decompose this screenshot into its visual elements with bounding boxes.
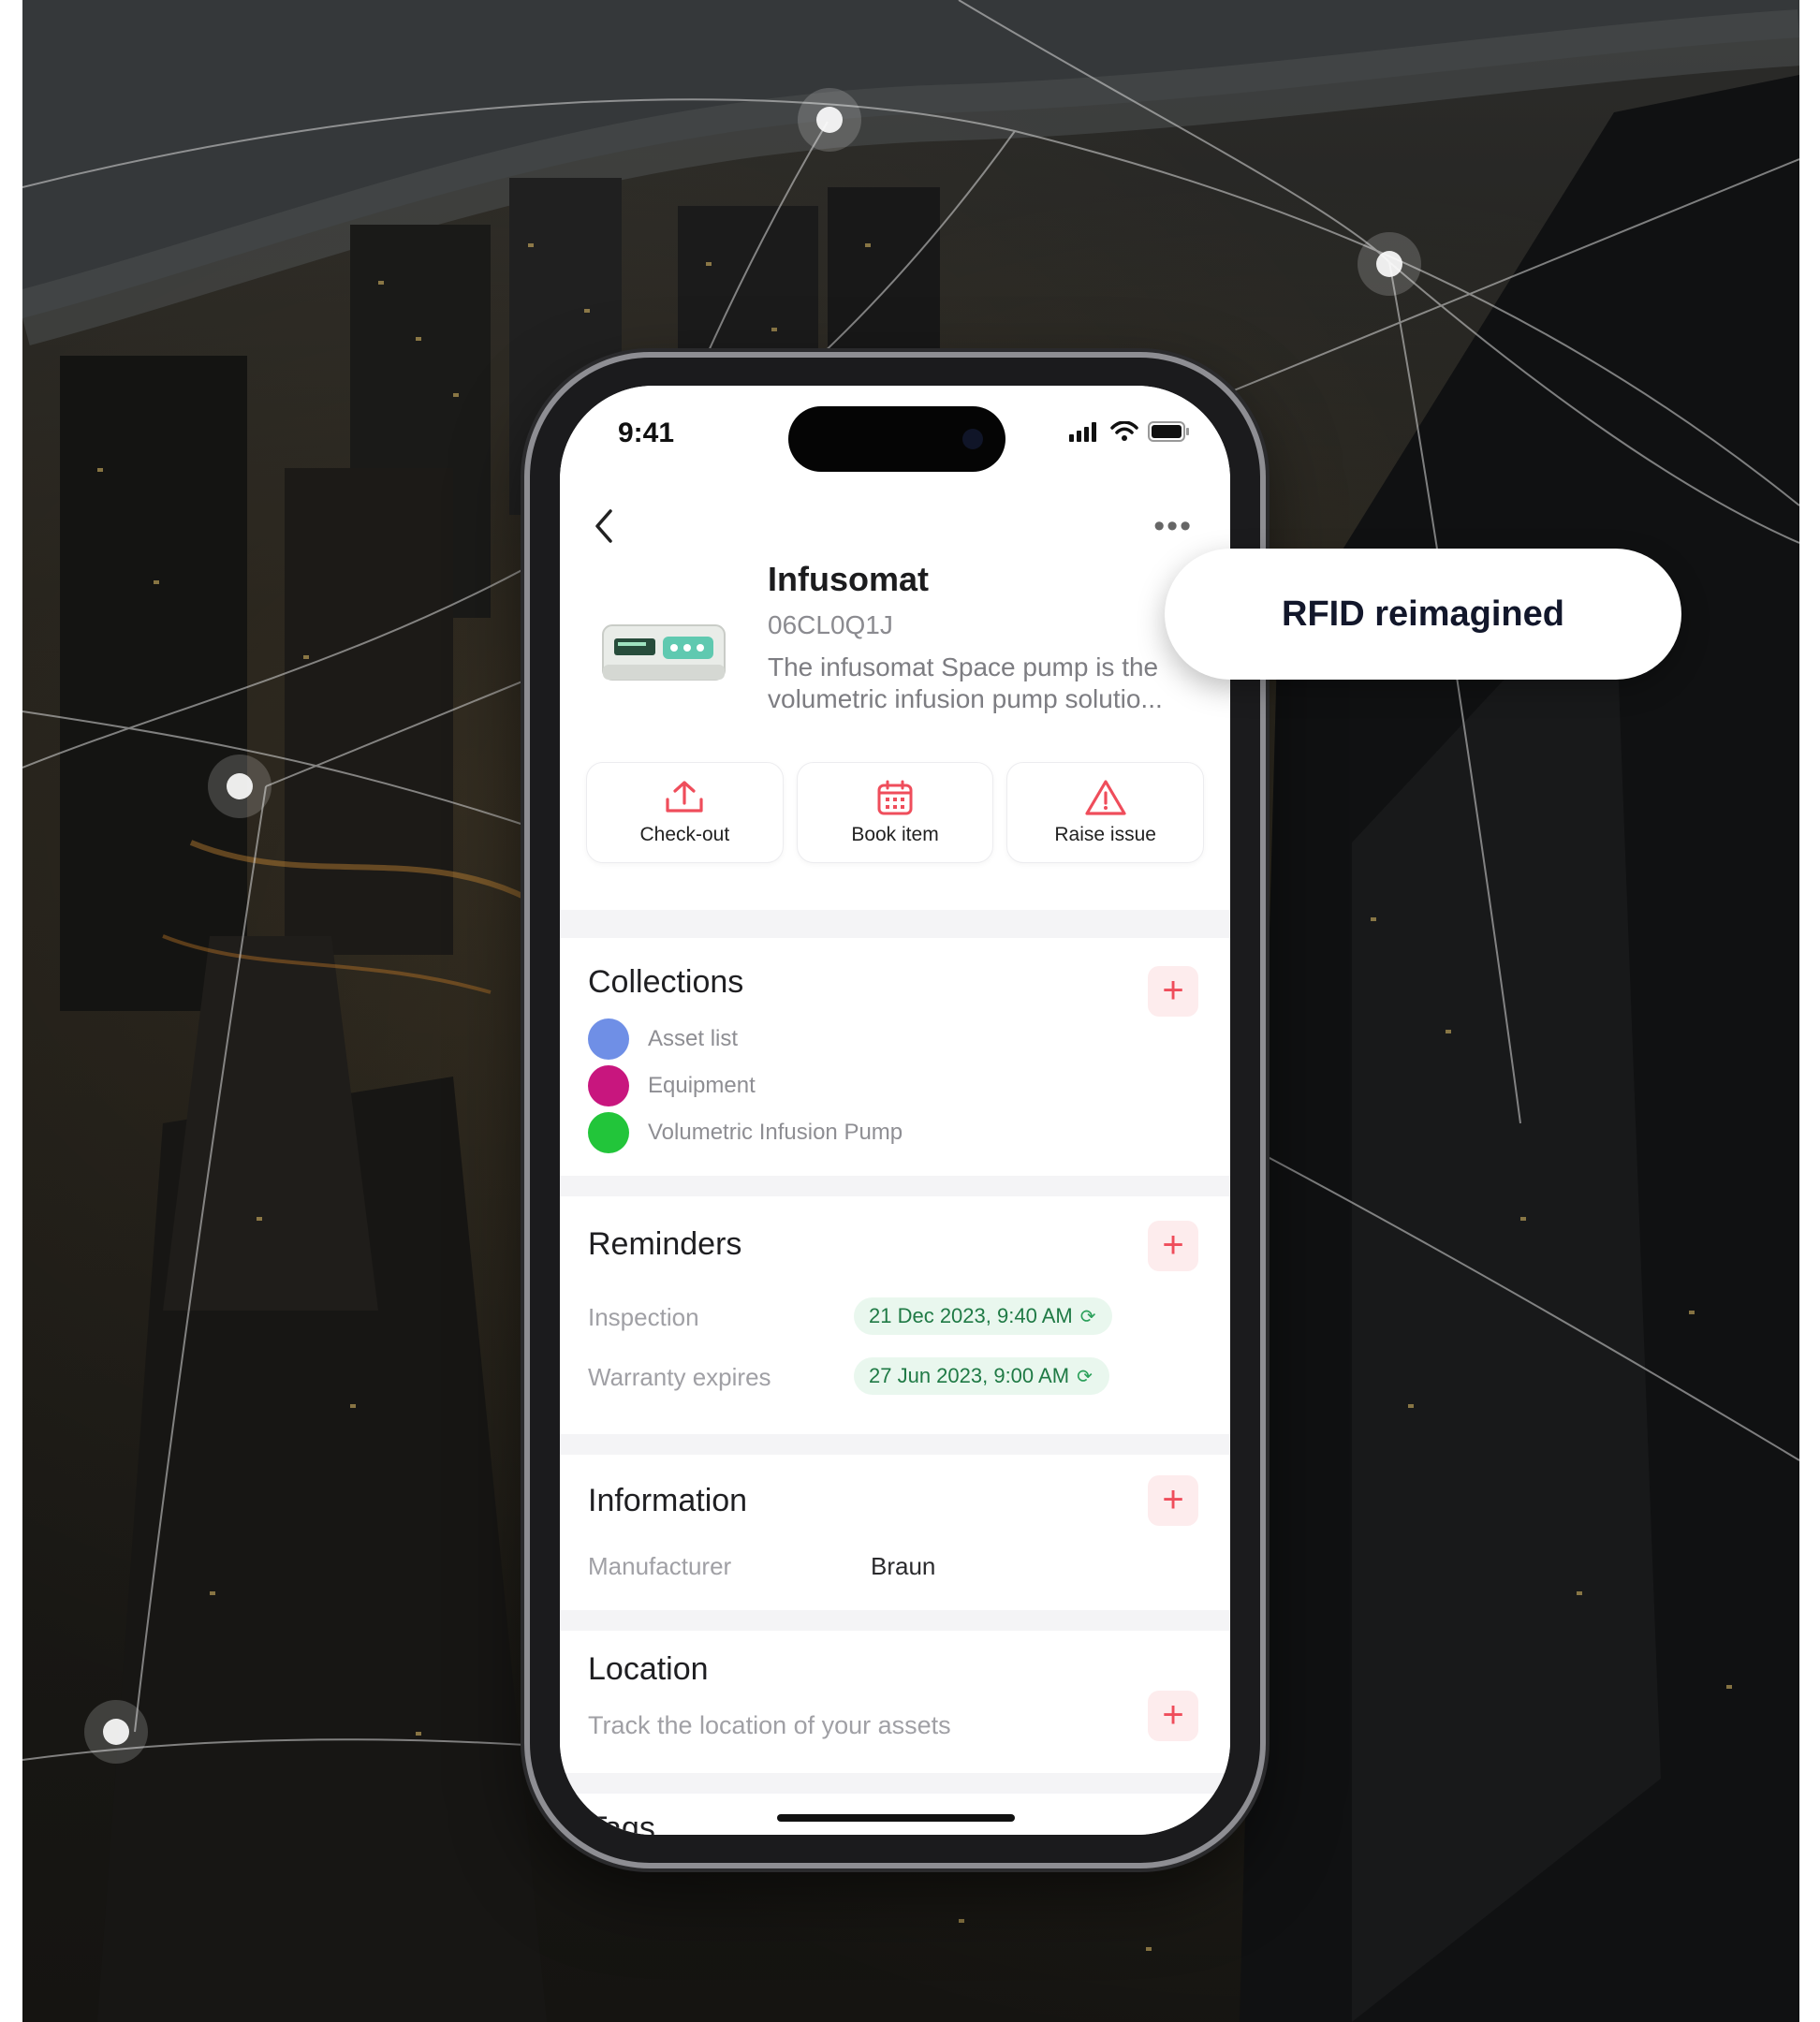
reminder-date: 27 Jun 2023, 9:00 AM (869, 1364, 1070, 1387)
collection-label: Asset list (648, 1026, 739, 1051)
plus-icon: + (1162, 1694, 1184, 1736)
collection-label: Volumetric Infusion Pump (648, 1120, 903, 1145)
status-icons (1069, 421, 1191, 442)
dynamic-island (788, 406, 1005, 472)
rfid-callout: RFID reimagined (1165, 549, 1681, 680)
raise-issue-label: Raise issue (1054, 824, 1156, 845)
action-bar: Check-out Book item Raise issue (586, 762, 1205, 863)
collection-item[interactable]: Asset list (588, 1018, 738, 1060)
add-location-button[interactable]: + (1148, 1691, 1198, 1741)
phone-mockup: 9:41 ••• Infusomat 06CL0Q1J The infusoma… (530, 358, 1260, 1863)
reminder-date: 21 Dec 2023, 9:40 AM (869, 1304, 1073, 1327)
plus-icon: + (1162, 1479, 1184, 1520)
upload-icon (666, 781, 703, 813)
reminder-label: Warranty expires (588, 1363, 771, 1391)
add-information-button[interactable]: + (1148, 1475, 1198, 1526)
warning-icon (1085, 780, 1126, 815)
information-card: Information + Manufacturer Braun (560, 1455, 1230, 1610)
status-time: 9:41 (618, 418, 675, 448)
check-out-button[interactable]: Check-out (586, 762, 784, 863)
information-label: Manufacturer (588, 1552, 732, 1580)
collection-item[interactable]: Volumetric Infusion Pump (588, 1112, 903, 1153)
recurring-icon: ⟳ (1077, 1367, 1093, 1387)
book-item-button[interactable]: Book item (796, 762, 994, 863)
asset-code: 06CL0Q1J (768, 610, 893, 639)
plus-icon: + (1162, 1224, 1184, 1266)
location-title: Location (588, 1651, 709, 1687)
collection-color-dot (588, 1065, 629, 1106)
reminder-date-pill[interactable]: 21 Dec 2023, 9:40 AM ⟳ (854, 1297, 1113, 1335)
reminders-title: Reminders (588, 1226, 742, 1262)
information-title: Information (588, 1483, 748, 1518)
tags-title: Tags (588, 1810, 655, 1835)
signal-icon (1069, 422, 1096, 442)
book-item-label: Book item (851, 824, 939, 845)
more-options-icon[interactable]: ••• (1153, 510, 1193, 542)
location-subtitle: Track the location of your assets (588, 1711, 951, 1739)
asset-name: Infusomat (768, 560, 930, 598)
reminder-date-pill[interactable]: 27 Jun 2023, 9:00 AM ⟳ (854, 1357, 1109, 1395)
wifi-icon (1110, 421, 1138, 441)
raise-issue-button[interactable]: Raise issue (1006, 762, 1205, 863)
location-card: Location + Track the location of your as… (560, 1631, 1230, 1773)
collection-item[interactable]: Equipment (588, 1065, 756, 1106)
calendar-icon (877, 780, 913, 815)
reminder-label: Inspection (588, 1303, 699, 1331)
plus-icon: + (1162, 970, 1184, 1011)
battery-icon (1148, 421, 1189, 442)
add-reminder-button[interactable]: + (1148, 1221, 1198, 1271)
back-chevron-icon[interactable] (588, 506, 622, 547)
camera-icon (962, 429, 983, 449)
add-collection-button[interactable]: + (1148, 966, 1198, 1017)
reminders-card: Reminders + Inspection 21 Dec 2023, 9:40… (560, 1196, 1230, 1434)
recurring-icon: ⟳ (1079, 1307, 1096, 1327)
collections-card: Collections + Asset list Equipment Volum… (560, 938, 1230, 1176)
asset-detail-screen: 9:41 ••• Infusomat 06CL0Q1J The infusoma… (560, 386, 1230, 1835)
manufacturer-value: Braun (871, 1552, 936, 1580)
collection-color-dot (588, 1112, 629, 1153)
infusion-pump-image (602, 624, 726, 681)
collection-label: Equipment (648, 1073, 756, 1098)
check-out-label: Check-out (639, 824, 730, 845)
callout-text: RFID reimagined (1282, 593, 1564, 634)
asset-description: The infusomat Space pump is the volumetr… (768, 652, 1163, 713)
collection-color-dot (588, 1018, 629, 1060)
home-indicator[interactable] (777, 1814, 1015, 1822)
collections-title: Collections (588, 964, 744, 1000)
